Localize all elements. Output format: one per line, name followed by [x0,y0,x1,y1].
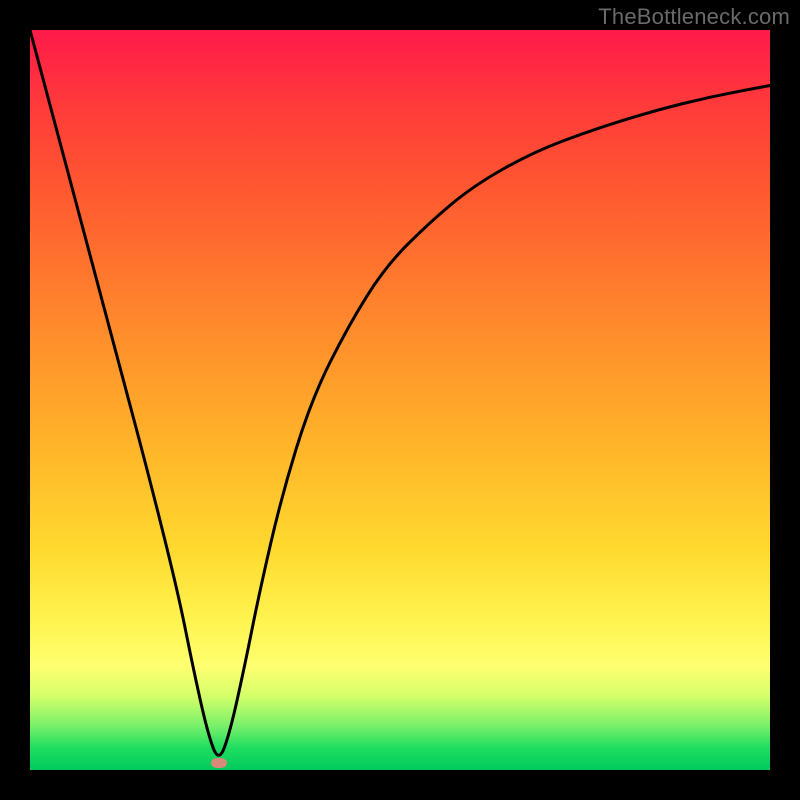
plot-area [30,30,770,770]
curve-svg [30,30,770,770]
watermark-text: TheBottleneck.com [598,4,790,30]
chart-frame: TheBottleneck.com [0,0,800,800]
curve-line [30,30,770,755]
minimum-marker [211,758,227,768]
